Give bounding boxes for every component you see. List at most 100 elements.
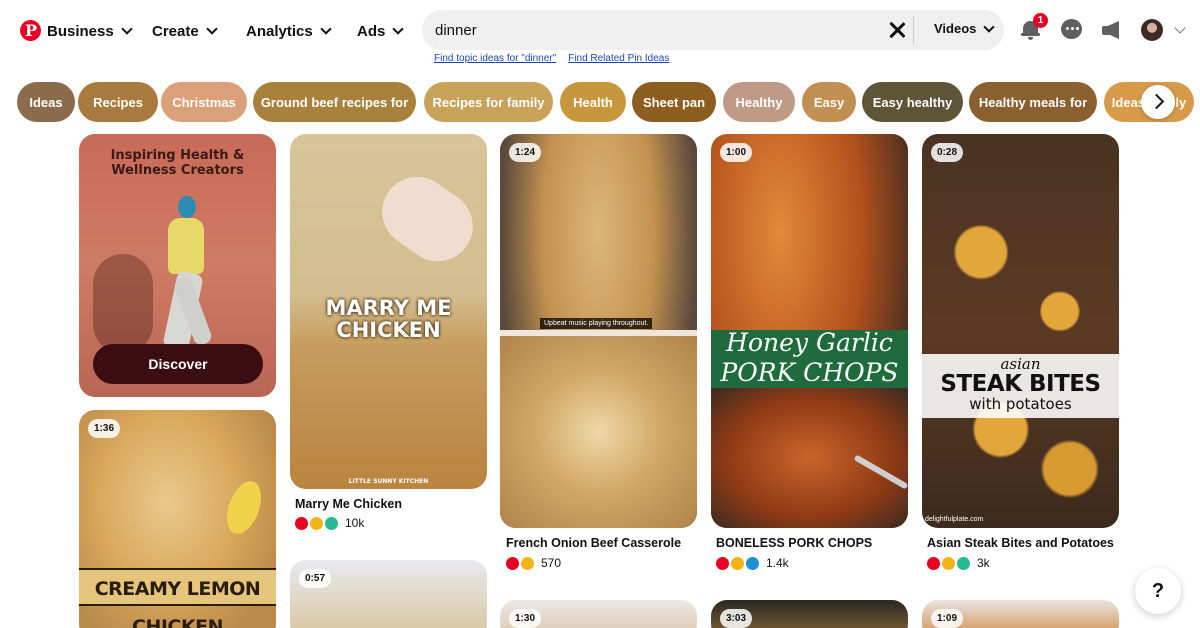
video-duration-badge: 1:24 [509, 143, 542, 162]
nav-analytics-label: Analytics [246, 22, 313, 40]
chevron-down-icon [320, 23, 332, 35]
clear-search-icon[interactable] [888, 21, 906, 39]
discover-button[interactable]: Discover [93, 344, 263, 384]
idea-chip[interactable]: Easy [802, 82, 856, 122]
idea-chips-row: Ideas Recipes Christmas Ground beef recipes… [17, 82, 1200, 122]
chevron-down-icon [121, 23, 133, 35]
reaction-count: 570 [541, 556, 562, 570]
pin-reactions: 570 [506, 556, 561, 570]
steak-bites-pin[interactable]: asian STEAK BITES with potatoes delightf… [922, 134, 1119, 528]
idea-chip[interactable]: Ground beef recipes for [253, 82, 416, 122]
video-duration-badge: 1:36 [88, 419, 121, 438]
promo-pin[interactable]: Inspiring Health & Wellness Creators Dis… [79, 134, 276, 397]
messages-icon[interactable] [1060, 18, 1084, 42]
pin-title[interactable]: Asian Steak Bites and Potatoes [927, 536, 1114, 550]
wow-reaction-icon [746, 556, 759, 570]
marry-me-chicken-pin[interactable]: MARRY ME CHICKEN LITTLE SUNNY KITCHEN [290, 134, 487, 489]
chevron-right-icon[interactable] [1141, 85, 1175, 119]
steak-overlay-line1: asian [1000, 355, 1041, 373]
lemon-chicken-overlay-text: CREAMY LEMON CHICKEN [79, 568, 276, 628]
search-input[interactable] [435, 10, 875, 50]
dish-pin[interactable]: 1:30 [500, 600, 697, 628]
pork-overlay-line2: PORK CHOPS [720, 358, 899, 387]
smile-reaction-icon [731, 556, 744, 570]
steak-overlay-line2: STEAK BITES [940, 371, 1101, 397]
idea-chip[interactable]: Ideas [17, 82, 75, 122]
heart-reaction-icon [716, 556, 729, 570]
lemon-slice-image [220, 476, 268, 539]
runner-shadow-image [93, 254, 153, 354]
pork-chops-pin[interactable]: Honey Garlic PORK CHOPS 1:00 [711, 134, 908, 528]
video-caption: Upbeat music playing throughout. [540, 318, 653, 329]
smile-reaction-icon [942, 556, 955, 570]
pasta-pin[interactable]: 0:57 [290, 560, 487, 628]
idea-chip[interactable]: Recipes [78, 82, 158, 122]
nav-business-label: Business [47, 22, 114, 40]
account-chevron-down-icon[interactable] [1174, 22, 1186, 34]
video-duration-badge: 1:09 [931, 609, 964, 628]
search-filter-dropdown[interactable]: Videos [934, 20, 996, 36]
pin-reactions: 3k [927, 556, 990, 570]
notification-count-badge: 1 [1033, 13, 1048, 28]
search-filter-label: Videos [934, 21, 977, 36]
video-duration-badge: 0:57 [299, 569, 332, 588]
hand-image [368, 163, 487, 275]
nav-analytics-menu[interactable]: Analytics [246, 20, 332, 42]
pinterest-logo-icon[interactable] [20, 20, 41, 41]
related-pin-ideas-link[interactable]: Find Related Pin Ideas [568, 53, 669, 64]
reaction-count: 10k [345, 516, 365, 530]
idea-chip[interactable]: Healthy [723, 82, 795, 122]
idea-chip[interactable]: Sheet pan [632, 82, 716, 122]
search-divider [913, 16, 914, 44]
chevron-down-icon [983, 20, 996, 33]
pin-reactions: 1.4k [716, 556, 789, 570]
chevron-down-icon [392, 23, 405, 35]
pin-title[interactable]: French Onion Beef Casserole [506, 536, 681, 550]
idea-chip[interactable]: Recipes for family [424, 82, 553, 122]
megaphone-icon[interactable] [1099, 18, 1123, 42]
marry-me-overlay-line2: CHICKEN [336, 318, 441, 342]
smile-reaction-icon [310, 516, 323, 530]
promo-heading-line2: Wellness Creators [111, 163, 244, 178]
pasta-dish-pin[interactable]: 1:09 [922, 600, 1119, 628]
casserole-pin[interactable]: 1:24 Upbeat music playing throughout. [500, 134, 697, 528]
help-button[interactable]: ? [1135, 568, 1181, 614]
heart-reaction-icon [927, 556, 940, 570]
search-bar: Videos [422, 10, 1004, 50]
idea-chip[interactable]: Health [560, 82, 626, 122]
baked-dish-pin[interactable]: 3:03 [711, 600, 908, 628]
lemon-chicken-pin[interactable]: 1:36 CREAMY LEMON CHICKEN [79, 410, 276, 628]
star-reaction-icon [957, 556, 970, 570]
marry-me-overlay-line1: MARRY ME [325, 296, 452, 320]
video-duration-badge: 0:28 [931, 143, 964, 162]
nav-ads-menu[interactable]: Ads [357, 20, 405, 42]
video-duration-badge: 1:30 [509, 609, 542, 628]
pin-title[interactable]: BONELESS PORK CHOPS [716, 536, 872, 550]
video-duration-badge: 3:03 [720, 609, 753, 628]
topic-ideas-link[interactable]: Find topic ideas for "dinner" [434, 53, 556, 64]
nav-ads-label: Ads [357, 22, 386, 40]
casserole-bottom-image [500, 336, 697, 528]
promo-heading-line1: Inspiring Health & [110, 148, 245, 163]
search-suggestion-links: Find topic ideas for "dinner" Find Relat… [434, 53, 669, 64]
heart-reaction-icon [295, 516, 308, 530]
idea-chip[interactable]: Easy healthy [862, 82, 963, 122]
reaction-count: 1.4k [766, 556, 789, 570]
site-watermark: delightfulplate.com [925, 516, 984, 523]
pork-chops-lower-image [711, 388, 908, 528]
avatar[interactable] [1141, 19, 1163, 41]
top-nav: Business Create Analytics Ads Videos Fin… [0, 0, 1200, 64]
nav-business-menu[interactable]: Business [47, 20, 133, 42]
idea-chip[interactable]: Healthy meals for [969, 82, 1097, 122]
steak-overlay-line3: with potatoes [969, 395, 1072, 413]
pork-overlay-line1: Honey Garlic [726, 328, 893, 357]
brand-watermark: LITTLE SUNNY KITCHEN [348, 478, 429, 485]
chevron-down-icon [206, 23, 218, 35]
pin-title[interactable]: Marry Me Chicken [295, 497, 402, 511]
nav-create-label: Create [152, 22, 199, 40]
reaction-count: 3k [977, 556, 990, 570]
nav-create-menu[interactable]: Create [152, 20, 218, 42]
heart-reaction-icon [506, 556, 519, 570]
idea-chip[interactable]: Christmas [161, 82, 247, 122]
video-duration-badge: 1:00 [720, 143, 753, 162]
